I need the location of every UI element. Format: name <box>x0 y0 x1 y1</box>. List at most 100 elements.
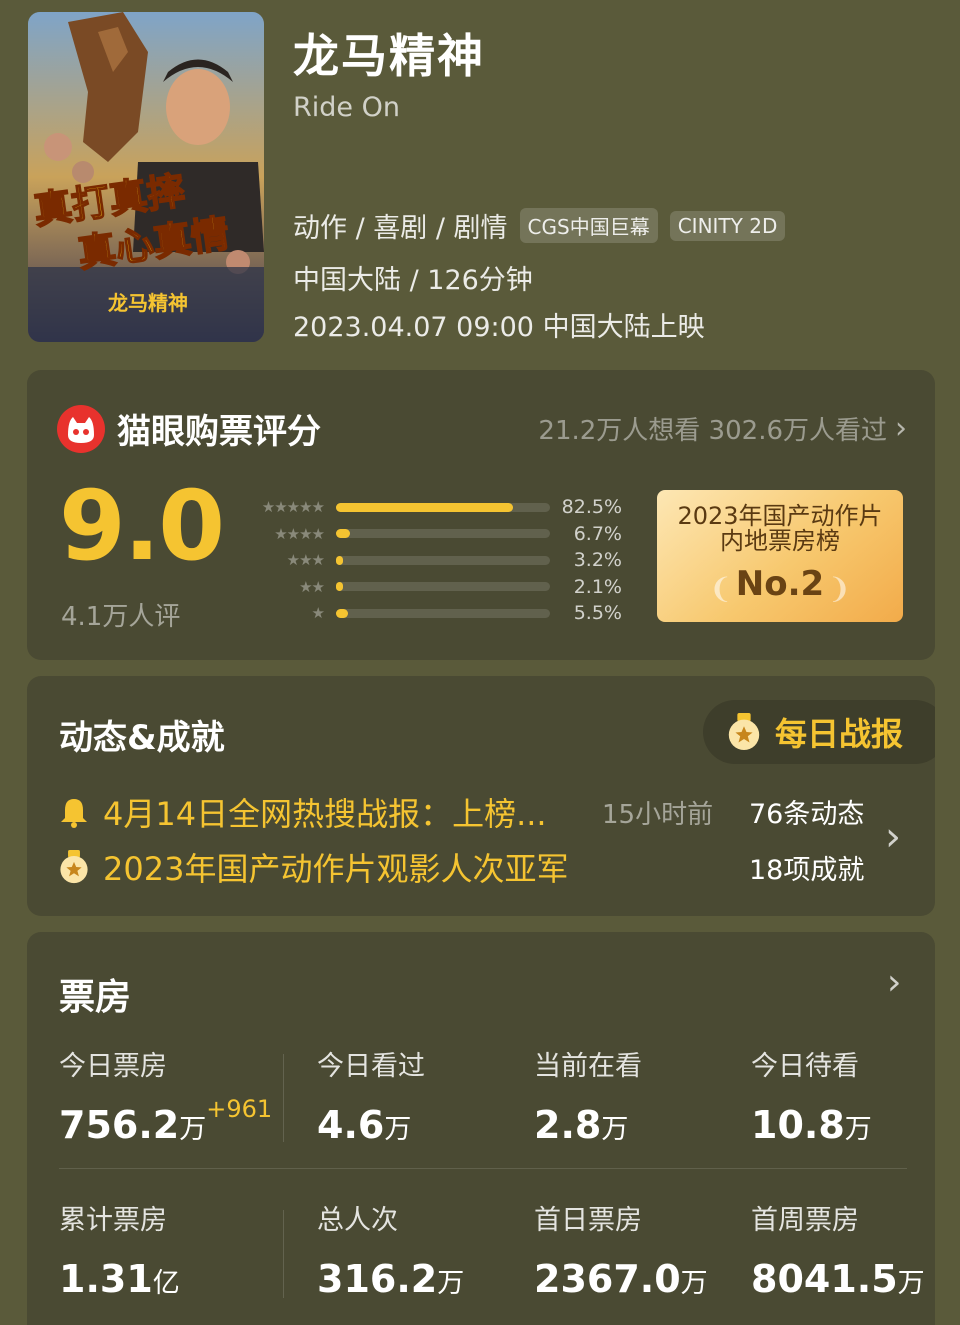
rating-row-2: ★★ 2.1% <box>232 574 622 601</box>
metric-number: 316.2 <box>317 1257 438 1301</box>
maoyan-cat-icon <box>57 404 105 453</box>
news-item-text: 4月14日全网热搜战报：上榜... <box>103 795 547 833</box>
metric-label: 今日看过 <box>317 1051 425 1082</box>
metric-number: 10.8 <box>751 1103 845 1147</box>
divider <box>283 1054 284 1142</box>
metric-value: 316.2万 <box>317 1257 464 1301</box>
metric-first-week: 首周票房 8041.5万 <box>751 1198 925 1301</box>
rating-percent: 2.1% <box>573 575 622 598</box>
metric-total-admissions: 总人次 316.2万 <box>317 1198 464 1301</box>
movie-title: 龙马精神 <box>293 29 485 83</box>
metric-number: 756.2 <box>59 1103 180 1147</box>
metric-label: 总人次 <box>317 1205 398 1236</box>
movie-poster[interactable]: 真打真摔 真心真情 龙马精神 <box>28 12 264 342</box>
metric-first-day: 首日票房 2367.0万 <box>534 1198 708 1301</box>
star-icons: ★★★★★ <box>261 498 325 517</box>
news-item-time: 15小时前 <box>602 800 714 830</box>
metric-value: 4.6万 <box>317 1103 425 1147</box>
rank-line-1: 2023年国产动作片 <box>677 502 883 530</box>
rank-number: No.2 <box>735 564 825 604</box>
metric-number: 4.6 <box>317 1103 385 1147</box>
achievement-text: 2023年国产动作片观影人次亚军 <box>103 850 569 888</box>
movie-english-title: Ride On <box>293 92 400 123</box>
region-duration: 中国大陆 / 126分钟 <box>293 265 533 296</box>
genre-row: 动作 / 喜剧 / 剧情 CGS中国巨幕 CINITY 2D <box>293 206 786 245</box>
metric-value: 10.8万 <box>751 1103 872 1147</box>
rating-title: 猫眼购票评分 <box>117 412 321 452</box>
star-icons: ★ <box>311 604 325 623</box>
metric-label: 今日待看 <box>751 1051 859 1082</box>
genre-text: 动作 / 喜剧 / 剧情 <box>293 213 508 244</box>
metric-unit: 万 <box>680 1268 708 1299</box>
rank-line-2: 内地票房榜 <box>720 527 840 555</box>
metric-value: 756.2万+961 <box>59 1095 272 1147</box>
want-watched-stats: 21.2万人想看 302.6万人看过 <box>538 416 887 446</box>
divider <box>59 1168 907 1169</box>
news-title: 动态&成就 <box>59 718 225 758</box>
rating-bar-fill <box>336 608 348 618</box>
rating-header: 猫眼购票评分 <box>57 404 321 453</box>
metric-unit: 万 <box>179 1114 207 1145</box>
rating-row-5: ★★★★★ 82.5% <box>232 494 622 521</box>
metric-total-boxoffice: 累计票房 1.31亿 <box>59 1198 180 1301</box>
rating-percent: 5.5% <box>573 602 622 625</box>
rating-bar-fill <box>336 529 351 539</box>
metric-unit: 万 <box>844 1114 872 1145</box>
laurel-right-icon: ❩ <box>827 572 851 605</box>
rank-badge[interactable]: 2023年国产动作片 内地票房榜 ❨ No.2 ❩ <box>657 490 903 622</box>
rating-bar-fill <box>336 502 513 512</box>
news-item-achievement[interactable]: 2023年国产动作片观影人次亚军 <box>59 844 568 890</box>
metric-value: 8041.5万 <box>751 1257 925 1301</box>
rating-bar-fill <box>336 582 343 592</box>
metric-number: 1.31 <box>59 1257 153 1301</box>
metric-number: 8041.5 <box>751 1257 898 1301</box>
rating-count: 4.1万人评 <box>61 602 181 632</box>
metric-label: 当前在看 <box>534 1051 642 1082</box>
rating-stats-link[interactable]: 21.2万人想看 302.6万人看过 › <box>538 410 907 447</box>
rating-row-1: ★ 5.5% <box>232 600 622 627</box>
format-tag-cinity: CINITY 2D <box>669 210 786 241</box>
news-item-hot-search[interactable]: 4月14日全网热搜战报：上榜... <box>59 789 547 835</box>
metric-number: 2367.0 <box>534 1257 681 1301</box>
poster-logo: 龙马精神 <box>108 291 188 315</box>
achievement-count[interactable]: 18项成就 <box>749 848 864 887</box>
metric-delta: +961 <box>206 1095 273 1123</box>
daily-report-button[interactable]: 每日战报 <box>702 700 935 764</box>
bell-icon <box>61 799 87 828</box>
star-icons: ★★★ <box>286 551 325 570</box>
metric-unit: 亿 <box>152 1268 180 1299</box>
metric-label: 今日票房 <box>59 1051 167 1082</box>
news-count[interactable]: 76条动态 <box>749 792 864 831</box>
metric-value: 2367.0万 <box>534 1257 708 1301</box>
metric-today-pending: 今日待看 10.8万 <box>751 1044 872 1147</box>
metric-value: 2.8万 <box>534 1103 642 1147</box>
rating-percent: 6.7% <box>573 522 622 545</box>
rating-bar-fill <box>336 555 343 565</box>
rating-bar <box>336 555 550 565</box>
rating-card: 猫眼购票评分 21.2万人想看 302.6万人看过 › 9.0 4.1万人评 ★… <box>27 370 935 660</box>
metric-label: 首周票房 <box>751 1205 859 1236</box>
release-info: 2023.04.07 09:00 中国大陆上映 <box>293 312 705 343</box>
medal-icon <box>728 713 760 751</box>
rating-row-4: ★★★★ 6.7% <box>232 521 622 548</box>
star-icons: ★★ <box>299 577 325 596</box>
chevron-right-icon[interactable]: › <box>887 962 901 1003</box>
metric-number: 2.8 <box>534 1103 602 1147</box>
daily-report-label: 每日战报 <box>774 715 903 753</box>
rating-distribution: ★★★★★ 82.5% ★★★★ 6.7% ★★★ 3.2% ★★ 2.1% ★… <box>232 494 622 627</box>
metric-unit: 万 <box>601 1114 629 1145</box>
boxoffice-card: 票房 › 今日票房 756.2万+961 今日看过 4.6万 当前在看 2.8万… <box>27 932 935 1325</box>
metric-label: 累计票房 <box>59 1205 167 1236</box>
chevron-right-icon[interactable]: › <box>885 814 901 860</box>
star-icons: ★★★★ <box>274 524 325 543</box>
medal-icon <box>60 850 88 884</box>
rating-bar <box>336 502 550 512</box>
chevron-right-icon: › <box>895 411 907 446</box>
metric-value: 1.31亿 <box>59 1257 180 1301</box>
rating-percent: 3.2% <box>573 549 622 572</box>
boxoffice-title: 票房 <box>59 977 132 1018</box>
rating-bar <box>336 582 550 592</box>
rating-row-3: ★★★ 3.2% <box>232 547 622 574</box>
metric-unit: 万 <box>384 1114 412 1145</box>
divider <box>283 1210 284 1298</box>
